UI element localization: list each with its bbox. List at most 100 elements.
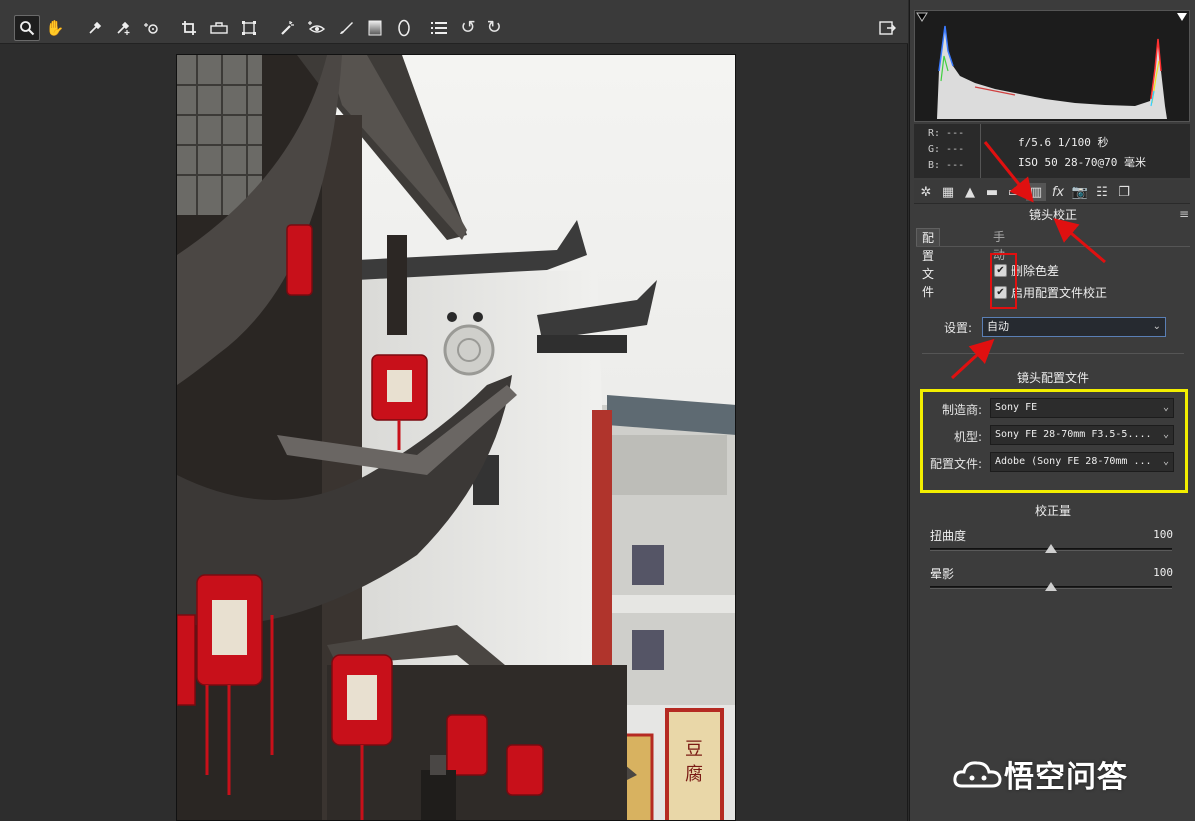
preferences-button[interactable] (426, 15, 452, 41)
histogram (914, 10, 1190, 122)
tab-lens-corrections[interactable]: ▥ (1026, 183, 1046, 201)
tab-camera-calibration[interactable]: 📷 (1070, 183, 1090, 201)
adjustment-panel: R: --- G: --- B: --- f/5.6 1/100 秒 ISO 5… (909, 0, 1195, 821)
straighten-tool-button[interactable] (206, 15, 232, 41)
subtab-manual[interactable]: 手动 (988, 228, 1010, 262)
distortion-slider-thumb[interactable] (1045, 544, 1057, 553)
eye-plus-icon (308, 21, 325, 33)
spot-removal-tool-button[interactable] (274, 15, 300, 41)
model-select[interactable]: Sony FE 28-70mm F3.5-5.... ⌄ (990, 425, 1174, 445)
profile-select[interactable]: Adobe (Sony FE 28-70mm ... ⌄ (990, 452, 1174, 472)
photo-preview[interactable]: 豆 腐 (176, 54, 736, 821)
vignette-slider-thumb[interactable] (1045, 582, 1057, 591)
make-select[interactable]: Sony FE ⌄ (990, 398, 1174, 418)
highlight-clipping-icon (1177, 13, 1187, 21)
vignette-slider[interactable] (930, 582, 1172, 591)
watermark: 悟空问答 (952, 752, 1128, 796)
eyedropper-plus-icon (117, 21, 130, 35)
tab-effects[interactable]: fx (1048, 183, 1068, 201)
targeted-adjustment-tool-button[interactable] (139, 15, 165, 41)
brush-spot-icon (281, 21, 294, 35)
settings-select[interactable]: 自动 ⌄ (982, 317, 1166, 337)
hand-tool-button[interactable]: ✋ (42, 15, 68, 41)
tab-presets[interactable]: ☷ (1092, 183, 1112, 201)
color-sampler-tool-button[interactable] (110, 15, 136, 41)
settings-value: 自动 (987, 320, 1009, 333)
remove-chromatic-aberration-checkbox[interactable]: ✔ (994, 263, 1007, 277)
vignette-label: 晕影 (930, 567, 955, 581)
chevron-down-icon: ⌄ (1162, 429, 1169, 440)
section-title: 镜头校正 (1028, 208, 1077, 222)
aperture-icon: ✲ (920, 184, 932, 200)
ellipse-icon (398, 19, 410, 37)
fullscreen-icon (879, 21, 896, 35)
transform-tool-button[interactable] (236, 15, 262, 41)
blue-readout: B: --- (928, 160, 965, 171)
photo-image: 豆 腐 (177, 55, 735, 820)
hand-icon: ✋ (45, 18, 65, 37)
shadow-clipping-icon (916, 12, 928, 22)
crop-tool-button[interactable] (176, 15, 202, 41)
hsl-icon: ▬ (985, 184, 999, 200)
tab-split-toning[interactable]: ▭ (1004, 183, 1024, 201)
level-icon (210, 22, 228, 34)
section-divider (922, 353, 1184, 354)
distortion-label: 扭曲度 (930, 529, 967, 543)
profile-label: 配置文件: (929, 457, 982, 471)
enable-profile-corrections-checkbox[interactable]: ✔ (994, 285, 1007, 299)
cloud-logo-icon (953, 761, 1002, 788)
mountain-icon: ▲ (965, 184, 975, 200)
tab-tone-curve[interactable]: ▦ (938, 183, 958, 201)
distortion-value[interactable]: 100 (1153, 528, 1173, 541)
enable-profile-corrections-label: 启用配置文件校正 (1011, 285, 1108, 300)
tab-detail[interactable]: ▲ (960, 183, 980, 201)
sliders-icon: ☷ (1096, 184, 1108, 200)
white-balance-tool-button[interactable] (82, 15, 108, 41)
make-value: Sony FE (995, 402, 1038, 413)
histogram-graph (916, 12, 1187, 119)
green-readout: G: --- (928, 144, 965, 155)
lens-profile-title: 镜头配置文件 (1016, 371, 1089, 385)
crop-icon (182, 21, 196, 35)
subtab-divider (916, 246, 1190, 247)
subtab-profile[interactable]: 配置文件 (916, 228, 941, 299)
split-tone-icon: ▭ (1007, 184, 1021, 200)
svg-text:腐: 腐 (685, 764, 703, 785)
transform-icon (242, 21, 256, 35)
rotate-ccw-button[interactable]: ↺ (455, 15, 481, 41)
graduated-filter-tool-button[interactable] (362, 15, 388, 41)
readout-divider (980, 124, 981, 178)
info-readout: R: --- G: --- B: --- f/5.6 1/100 秒 ISO 5… (914, 124, 1190, 178)
gradient-icon (368, 20, 382, 36)
panel-menu-icon[interactable]: ≡ (1179, 207, 1189, 221)
fx-icon: fx (1051, 184, 1065, 200)
snapshot-icon: ❐ (1118, 184, 1130, 200)
panel-tab-strip: ✲ ▦ ▲ ▬ ▭ ▥ fx 📷 ☷ ❐ (914, 180, 1190, 204)
vignette-value[interactable]: 100 (1153, 566, 1173, 579)
rotate-left-icon: ↺ (460, 17, 476, 38)
tab-basic[interactable]: ✲ (916, 183, 936, 201)
target-icon (144, 23, 158, 34)
correction-amount-title: 校正量 (1034, 504, 1071, 518)
remove-chromatic-aberration-row: ✔ 删除色差 (994, 262, 1059, 278)
distortion-slider[interactable] (930, 544, 1172, 553)
red-eye-tool-button[interactable] (303, 15, 329, 41)
iso-lens-info: ISO 50 28-70@70 毫米 (1018, 156, 1146, 169)
svg-text:豆: 豆 (685, 739, 703, 760)
tab-hsl[interactable]: ▬ (982, 183, 1002, 201)
rotate-right-icon: ↻ (486, 17, 502, 38)
image-canvas[interactable]: 豆 腐 (0, 44, 908, 821)
chevron-down-icon: ⌄ (1162, 402, 1169, 413)
exposure-info: f/5.6 1/100 秒 (1018, 136, 1109, 149)
zoom-tool-button[interactable] (14, 15, 40, 41)
lens-icon: ▥ (1029, 184, 1043, 200)
red-readout: R: --- (928, 128, 965, 139)
camera-icon: 📷 (1071, 184, 1089, 200)
tab-snapshots[interactable]: ❐ (1114, 183, 1134, 201)
eyedropper-icon (89, 21, 102, 34)
adjustment-brush-tool-button[interactable] (333, 15, 359, 41)
fullscreen-button[interactable] (875, 15, 901, 41)
brush-icon (340, 22, 353, 34)
rotate-cw-button[interactable]: ↻ (481, 15, 507, 41)
radial-filter-tool-button[interactable] (391, 15, 417, 41)
